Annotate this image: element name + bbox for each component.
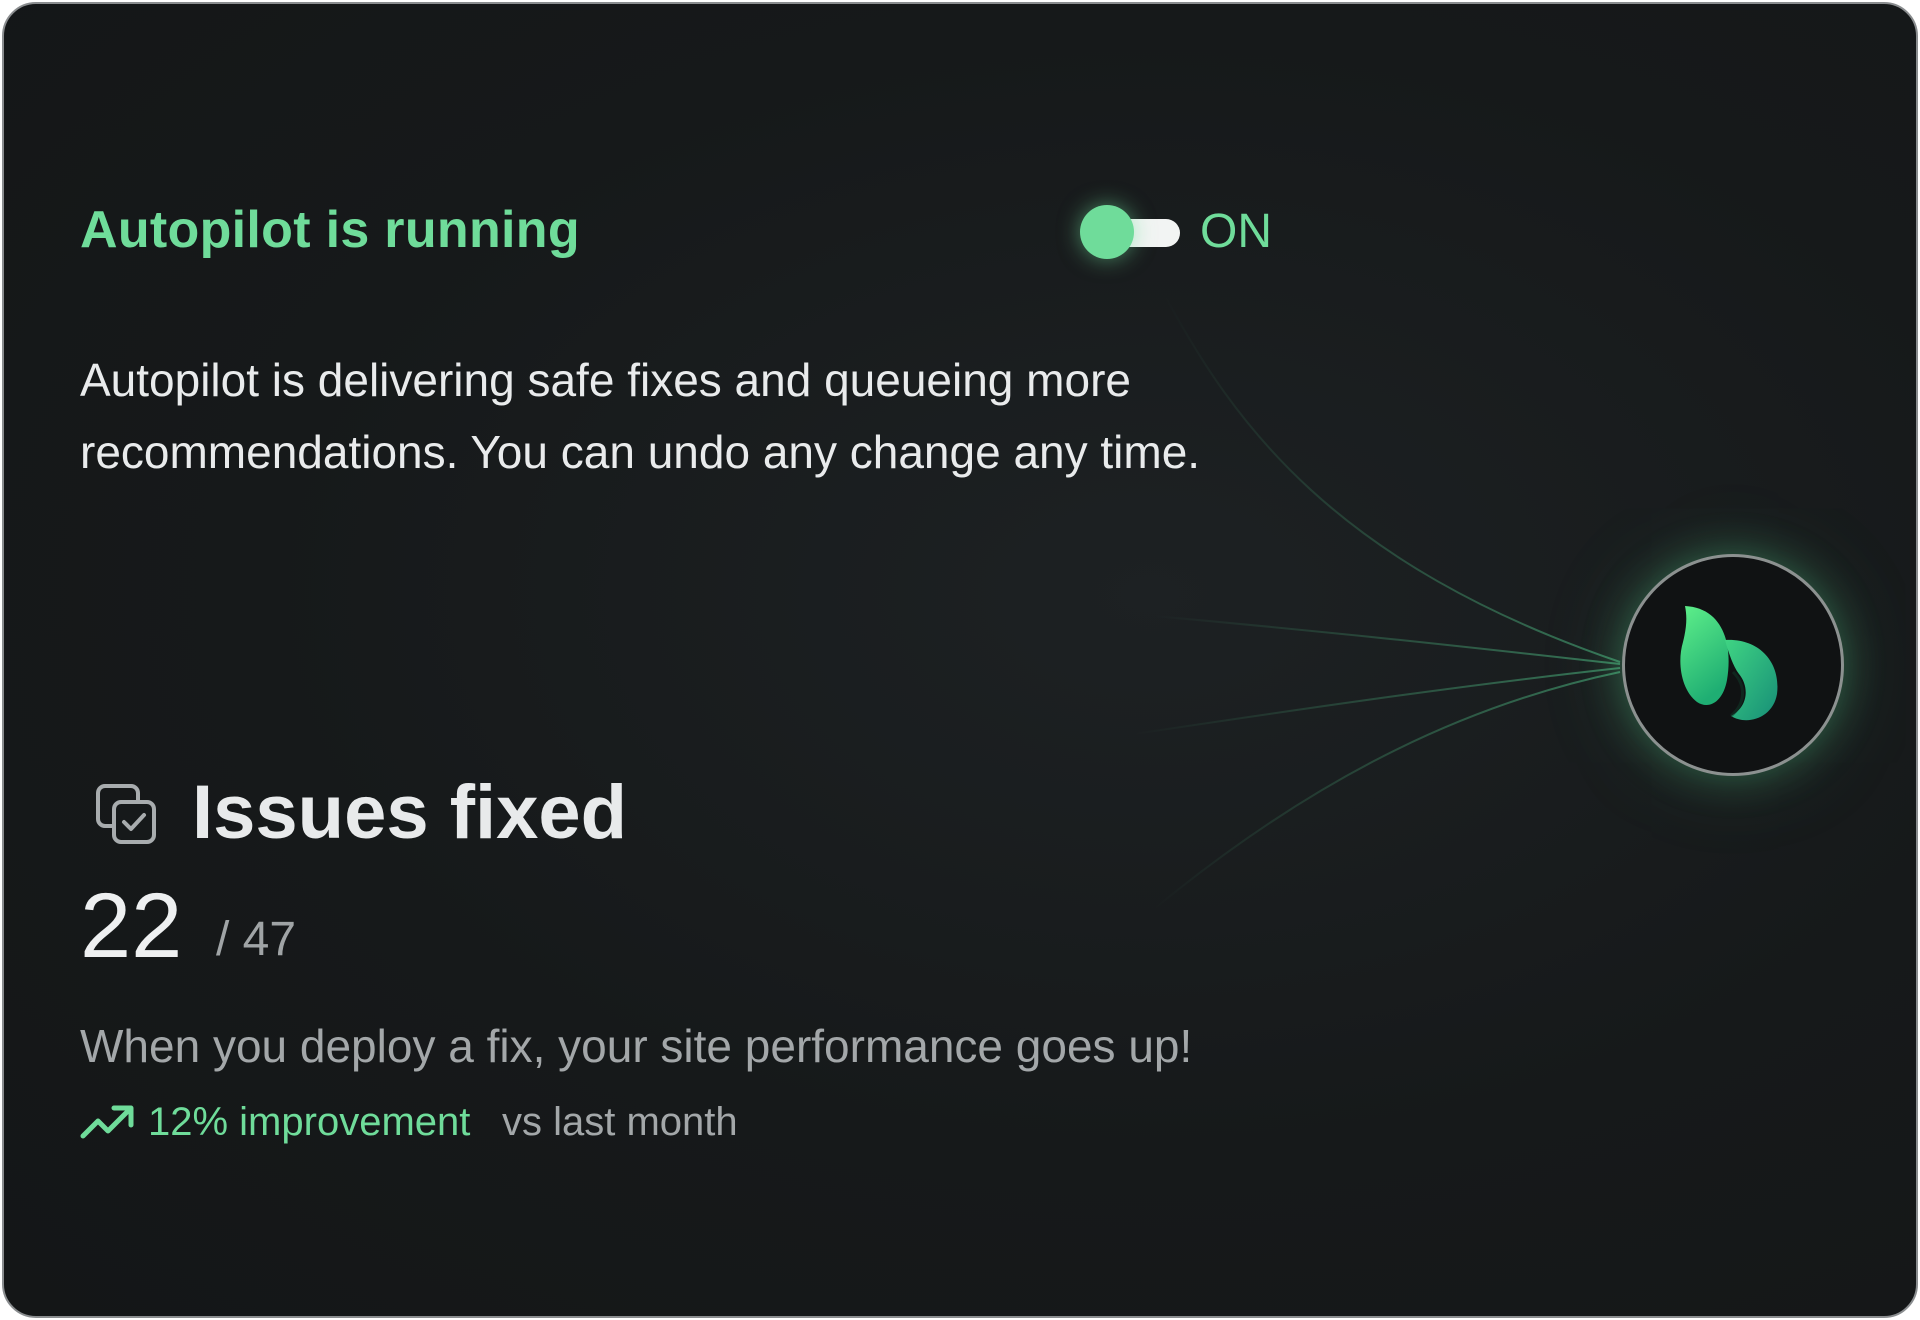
issues-fixed-title: Issues fixed: [192, 770, 628, 855]
logo-badge: [1622, 554, 1844, 776]
issues-fixed-count: 22: [80, 875, 183, 977]
autopilot-card: Autopilot is running ON Autopilot is del…: [2, 2, 1918, 1318]
connector-line: [1133, 667, 1621, 735]
status-title: Autopilot is running: [80, 201, 580, 259]
deploy-message: When you deploy a fix, your site perform…: [80, 1020, 1193, 1072]
improvement-value: 12% improvement: [148, 1100, 471, 1144]
leaf-logo-icon: [1680, 606, 1778, 721]
toggle-knob: [1080, 205, 1134, 259]
issues-total-count: / 47: [216, 913, 297, 966]
connector-line: [1153, 671, 1621, 910]
trending-up-icon: [80, 1105, 134, 1139]
checked-copy-icon: [96, 784, 156, 844]
connector-line: [1153, 615, 1621, 665]
toggle-state-label: ON: [1200, 205, 1272, 258]
status-description: Autopilot is delivering safe fixes and q…: [80, 354, 1201, 478]
autopilot-toggle[interactable]: [1080, 204, 1184, 260]
improvement-comparison: vs last month: [502, 1100, 738, 1144]
